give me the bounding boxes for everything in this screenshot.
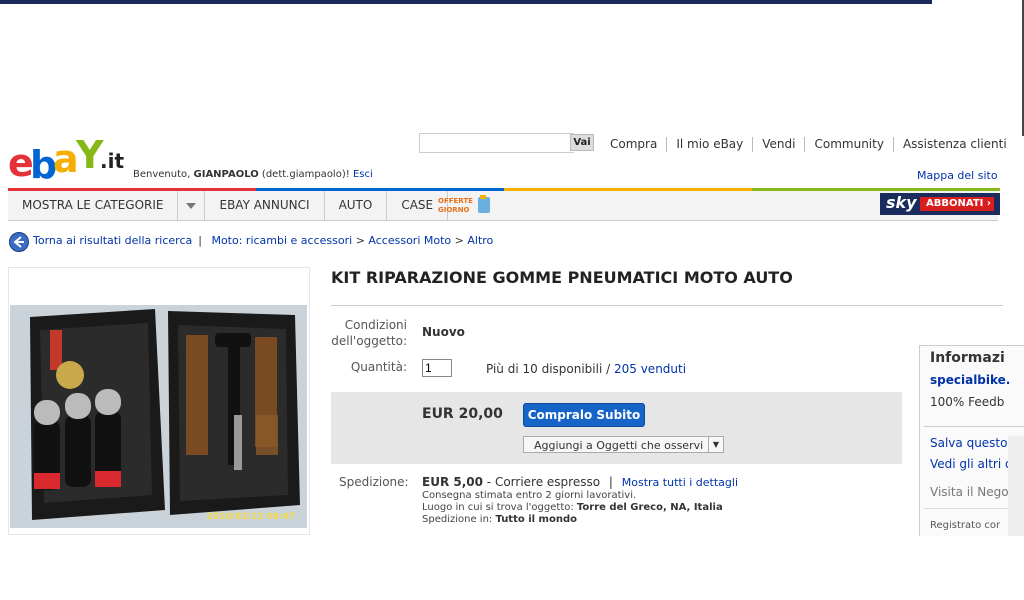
ships-to-value: Tutto il mondo [495, 514, 577, 525]
nav-tab-auto[interactable]: AUTO [325, 191, 388, 220]
item-location: Luogo in cui si trova l'oggetto: Torre d… [422, 502, 723, 513]
logout-link[interactable]: Esci [353, 169, 373, 180]
top-link-assistenza[interactable]: Assistenza clienti [892, 137, 1016, 152]
ships-to-label: Spedizione in: [422, 514, 493, 525]
nav-tab-categories[interactable]: MOSTRA LE CATEGORIE [8, 191, 179, 220]
view-other-items-link[interactable]: Vedi gli altri o [930, 457, 1012, 471]
breadcrumb-item[interactable]: Accessori Moto [368, 234, 451, 247]
chevron-down-icon[interactable]: ▼ [708, 437, 723, 452]
search-button[interactable]: Vai [570, 134, 594, 151]
condition-label-line1: Condizioni [344, 318, 407, 332]
shipping-cost: EUR 5,00 [422, 475, 483, 489]
breadcrumb-item[interactable]: Altro [467, 234, 493, 247]
delivery-estimate: Consegna stimata entro 2 giorni lavorati… [422, 490, 637, 501]
welcome-prefix: Benvenuto, [133, 169, 191, 180]
buy-now-button[interactable]: Compralo Subito [523, 403, 645, 427]
visit-store-link[interactable]: Visita il Nego [930, 485, 1009, 499]
svg-text:GIORNO: GIORNO [438, 206, 470, 214]
availability-count: Più di 10 disponibili / [486, 362, 611, 376]
shipping-label: Spedizione: [339, 475, 409, 489]
item-location-label: Luogo in cui si trova l'oggetto: [422, 502, 574, 513]
offerte-del-giorno-badge[interactable]: OFFERTE GIORNO [436, 193, 496, 217]
seller-registered: Registrato cor [930, 520, 1001, 531]
save-seller-link[interactable]: Salva questo [930, 436, 1007, 450]
back-arrow-icon[interactable] [9, 232, 29, 252]
search-input[interactable] [419, 133, 574, 153]
sky-logo: sky [886, 193, 917, 212]
item-location-value: Torre del Greco, NA, Italia [576, 502, 723, 513]
repair-kit-image [10, 305, 307, 528]
top-link-community[interactable]: Community [804, 137, 892, 152]
watchlist-label: Aggiungi a Oggetti che osservi [534, 439, 704, 452]
condition-label: Condizioni dell'oggetto: [330, 317, 407, 349]
product-photo[interactable]: 2010/02/13 08:47 [10, 305, 307, 528]
top-link-vendi[interactable]: Vendi [752, 137, 804, 152]
sky-abbonati-button[interactable]: ABBONATI › [920, 197, 994, 211]
condition-value: Nuovo [422, 325, 465, 339]
window-top-bar [0, 0, 932, 4]
sitemap-link[interactable]: Mappa del sito [917, 169, 998, 182]
photo-timestamp: 2010/02/13 08:47 [206, 512, 295, 522]
shipping-method: - Corriere espresso [486, 475, 601, 489]
welcome-detail: (dett.giampaolo)! [261, 169, 350, 180]
item-title: KIT RIPARAZIONE GOMME PNEUMATICI MOTO AU… [331, 268, 793, 287]
welcome-message: Benvenuto, GIANPAOLO (dett.giampaolo)! E… [133, 169, 373, 180]
svg-text:OFFERTE: OFFERTE [438, 197, 473, 205]
categories-dropdown-button[interactable] [178, 191, 206, 220]
seller-heading: Informazi [930, 350, 1005, 366]
quantity-input[interactable] [422, 359, 452, 377]
quantity-label: Quantità: [350, 360, 407, 374]
condition-label-line2: dell'oggetto: [331, 334, 407, 348]
scroll-edge [1008, 436, 1024, 536]
shipping-details-link[interactable]: Mostra tutti i dettagli [622, 476, 738, 489]
back-to-results-link[interactable]: Torna ai risultati della ricerca [33, 234, 192, 247]
logo-letter-a: a [53, 137, 79, 181]
ebay-logo[interactable]: e b a Y .it [8, 133, 128, 187]
sky-banner[interactable]: sky ABBONATI › [880, 193, 1000, 215]
top-link-compra[interactable]: Compra [598, 137, 666, 152]
welcome-user: GIANPAOLO [193, 169, 259, 180]
logo-letter-e: e [8, 141, 34, 185]
top-link-my-ebay[interactable]: Il mio eBay [666, 137, 752, 152]
seller-name-link[interactable]: specialbike. [930, 373, 1010, 387]
nav-tab-annunci[interactable]: EBAY ANNUNCI [205, 191, 325, 220]
breadcrumb-item[interactable]: Moto: ricambi e accessori [211, 234, 352, 247]
top-links: Compra Il mio eBay Vendi Community Assis… [598, 137, 1016, 152]
offerte-icon: OFFERTE GIORNO [438, 195, 490, 214]
logo-suffix: .it [100, 149, 125, 173]
item-price: EUR 20,00 [422, 406, 503, 422]
add-to-watchlist-button[interactable]: Aggiungi a Oggetti che osservi ▼ [523, 436, 724, 453]
title-divider [331, 305, 1003, 306]
ships-to: Spedizione in: Tutto il mondo [422, 514, 577, 525]
sold-count-link[interactable]: 205 venduti [614, 362, 686, 376]
seller-divider [924, 426, 1024, 427]
shipping-summary: EUR 5,00 - Corriere espresso | Mostra tu… [422, 475, 739, 489]
chevron-down-icon [186, 202, 197, 209]
availability-text: Più di 10 disponibili / 205 venduti [486, 362, 686, 376]
category-nav: MOSTRA LE CATEGORIE EBAY ANNUNCI AUTO CA… [8, 191, 998, 221]
seller-feedback: 100% Feedb [930, 395, 1005, 409]
breadcrumb: Torna ai risultati della ricerca | Moto: … [33, 234, 494, 247]
